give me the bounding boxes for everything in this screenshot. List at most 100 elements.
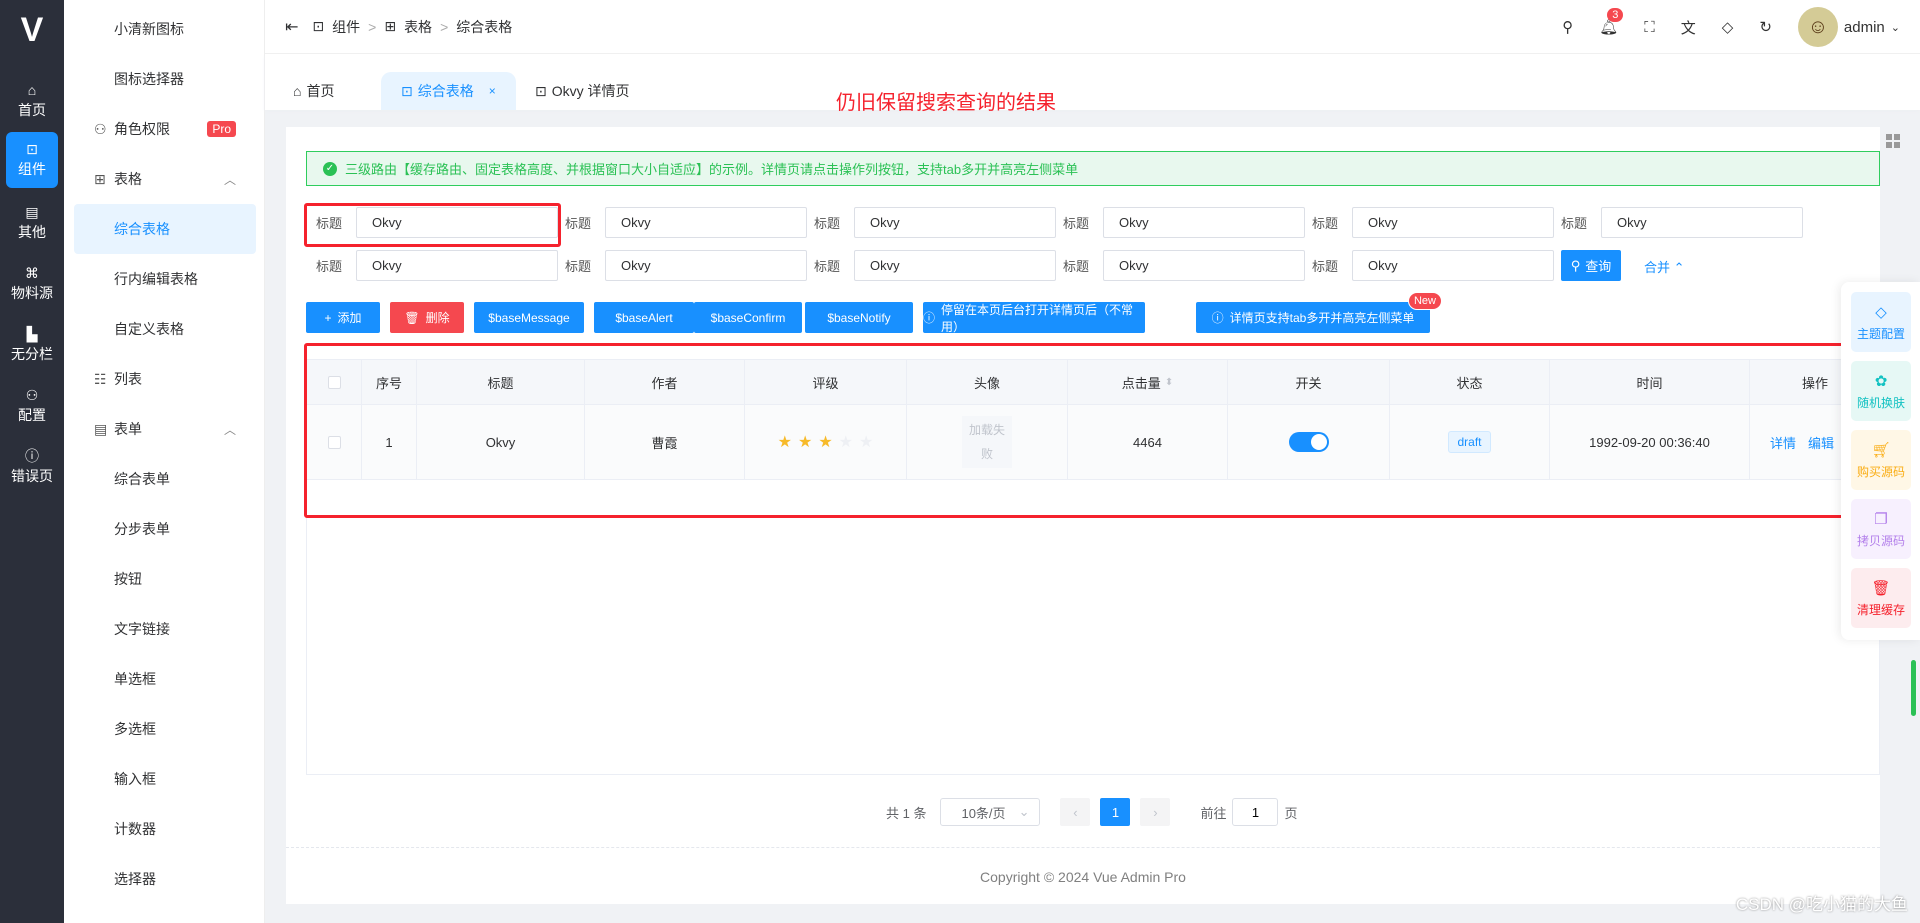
- submenu-item[interactable]: 选择器: [74, 854, 256, 904]
- title-input[interactable]: [605, 207, 807, 238]
- trash-icon: 🗑︎: [404, 310, 420, 325]
- page-size-select[interactable]: 10条/页 ⌄: [940, 798, 1041, 826]
- tab-table[interactable]: ⊡ 综合表格 ×: [381, 72, 516, 110]
- plus-icon: +: [324, 310, 332, 325]
- refresh-icon[interactable]: ↻: [1759, 18, 1772, 36]
- action-button[interactable]: 🗑︎ 删除: [390, 302, 464, 333]
- filter-label: 标题: [1312, 259, 1339, 274]
- float-tool-item[interactable]: ✿ 随机换肤: [1851, 361, 1911, 421]
- alert-text: 三级路由【缓存路由、固定表格高度、并根据窗口大小自适应】的示例。详情页请点击操作…: [345, 162, 1079, 177]
- action-button[interactable]: + 添加: [306, 302, 380, 333]
- breadcrumb-item[interactable]: 组件: [332, 17, 360, 37]
- filter-label: 标题: [1063, 216, 1090, 231]
- submenu-label: 表单: [114, 421, 142, 437]
- filter-field: 标题: [1302, 207, 1554, 238]
- title-input[interactable]: [1103, 207, 1305, 238]
- submenu: 小清新图标 图标选择器 ⚇ 角色权限 Pro ⊞ 表格 ︿ 综合表格 行内编辑表格 自定义表格 ☷ 列表…: [64, 0, 265, 923]
- float-tool-item[interactable]: ❐ 拷贝源码: [1851, 499, 1911, 559]
- tab-detail[interactable]: ⊡ Okvy 详情页: [515, 72, 650, 110]
- collapse-button[interactable]: 合并 ⌃: [1644, 257, 1685, 276]
- float-tool-item[interactable]: 🛒︎ 购买源码: [1851, 430, 1911, 490]
- action-button[interactable]: $baseConfirm: [694, 302, 802, 333]
- username: admin: [1843, 18, 1885, 36]
- rail-item[interactable]: ▙ 无分栏: [6, 317, 58, 373]
- rail-item[interactable]: ⓘ 错误页: [6, 439, 58, 495]
- theme-icon[interactable]: ◇: [1722, 18, 1734, 36]
- submenu-item[interactable]: 图标选择器: [74, 54, 256, 104]
- action-button[interactable]: ⓘ 详情页支持tab多开并高亮左侧菜单 New: [1196, 292, 1442, 333]
- rail-item[interactable]: ⚇ 配置: [6, 378, 58, 434]
- search-icon[interactable]: ⚲: [1562, 18, 1573, 36]
- button-label: $baseAlert: [615, 310, 673, 325]
- submenu-item[interactable]: ☷ 列表: [74, 354, 256, 404]
- submenu-item[interactable]: 输入框: [74, 754, 256, 804]
- action-button[interactable]: ⓘ 停留在本页后台打开详情页后（不常用）: [923, 302, 1145, 334]
- rail-item[interactable]: ⊡ 组件: [6, 132, 58, 188]
- title-input[interactable]: [1103, 250, 1305, 281]
- grid-icon[interactable]: [1886, 134, 1900, 148]
- submenu-item[interactable]: 综合表单: [74, 454, 256, 504]
- title-input[interactable]: [1601, 207, 1803, 238]
- chevron-up-icon: ︿: [223, 422, 236, 437]
- prev-page-button[interactable]: ‹: [1060, 798, 1091, 826]
- action-button[interactable]: $baseNotify: [805, 302, 913, 333]
- submenu-item[interactable]: 文字链接: [74, 604, 256, 654]
- button-label: 停留在本页后台打开详情页后（不常用）: [941, 302, 1134, 334]
- button-label: 添加: [337, 311, 362, 325]
- new-badge: New: [1407, 292, 1442, 310]
- user-menu[interactable]: ☺ admin ⌄: [1797, 7, 1900, 47]
- goto-page-input[interactable]: [1232, 798, 1279, 826]
- divider: [286, 847, 1880, 848]
- submenu-item[interactable]: 分步表单: [74, 504, 256, 554]
- rail-item[interactable]: ⌘ 物料源: [6, 256, 58, 312]
- breadcrumb-item[interactable]: 表格: [404, 17, 432, 37]
- float-tool-item[interactable]: ◇ 主题配置: [1851, 292, 1911, 352]
- tab-home[interactable]: ⌂ 首页: [273, 72, 354, 110]
- bell-icon[interactable]: 🔔︎ 3: [1599, 8, 1624, 36]
- submenu-item[interactable]: 单选框: [74, 654, 256, 704]
- fold-menu-icon[interactable]: ⇤: [285, 17, 298, 37]
- title-input[interactable]: [1352, 207, 1554, 238]
- scrollbar[interactable]: [1911, 660, 1916, 716]
- rail-item-label: 其他: [18, 223, 46, 240]
- submenu-item[interactable]: 多选框: [74, 704, 256, 754]
- logo[interactable]: V: [0, 0, 64, 60]
- filter-label: 标题: [316, 259, 343, 274]
- fullscreen-icon[interactable]: ⛶: [1644, 19, 1655, 36]
- annotation-box-filter: [304, 203, 561, 247]
- float-tool-label: 拷贝源码: [1856, 533, 1905, 548]
- title-input[interactable]: [854, 250, 1056, 281]
- submenu-item[interactable]: 按钮: [74, 554, 256, 604]
- submenu-item[interactable]: ⚇ 角色权限 Pro: [74, 104, 256, 154]
- rail-item[interactable]: ⌂ 首页: [6, 73, 58, 129]
- tab-label: Okvy 详情页: [551, 83, 630, 99]
- rail-item[interactable]: ▤ 其他: [6, 195, 58, 251]
- title-input[interactable]: [854, 207, 1056, 238]
- title-input[interactable]: [356, 250, 558, 281]
- copy-icon: ❐: [1874, 510, 1888, 528]
- action-button[interactable]: $baseAlert: [594, 302, 694, 333]
- menu-group-icon: ⚇: [94, 120, 107, 137]
- button-label: 详情页支持tab多开并高亮左侧菜单: [1229, 311, 1415, 325]
- search-button[interactable]: ⚲ 查询: [1561, 250, 1621, 281]
- submenu-item[interactable]: 小清新图标: [74, 4, 256, 54]
- action-button[interactable]: $baseMessage: [474, 302, 584, 333]
- submenu-item[interactable]: 计数器: [74, 804, 256, 854]
- float-tool-label: 随机换肤: [1856, 395, 1905, 410]
- submenu-item[interactable]: 自定义表格: [74, 304, 256, 354]
- submenu-item[interactable]: ⊞ 表格 ︿: [74, 154, 256, 204]
- close-icon[interactable]: ×: [489, 84, 496, 98]
- filter-field: 标题: [555, 207, 807, 238]
- submenu-item[interactable]: ▤ 表单 ︿: [74, 404, 256, 454]
- next-page-button[interactable]: ›: [1140, 798, 1171, 826]
- table-icon: ⊞: [384, 18, 397, 34]
- translate-icon[interactable]: 文: [1681, 17, 1696, 38]
- float-tool-item[interactable]: 🗑︎ 清理缓存: [1851, 568, 1911, 628]
- command-icon: ⌘: [25, 264, 39, 281]
- submenu-item[interactable]: 行内编辑表格: [74, 254, 256, 304]
- title-input[interactable]: [1352, 250, 1554, 281]
- page-1[interactable]: 1: [1100, 798, 1131, 826]
- brush-icon: ◇: [1875, 303, 1887, 321]
- submenu-item[interactable]: 综合表格: [74, 204, 256, 254]
- title-input[interactable]: [605, 250, 807, 281]
